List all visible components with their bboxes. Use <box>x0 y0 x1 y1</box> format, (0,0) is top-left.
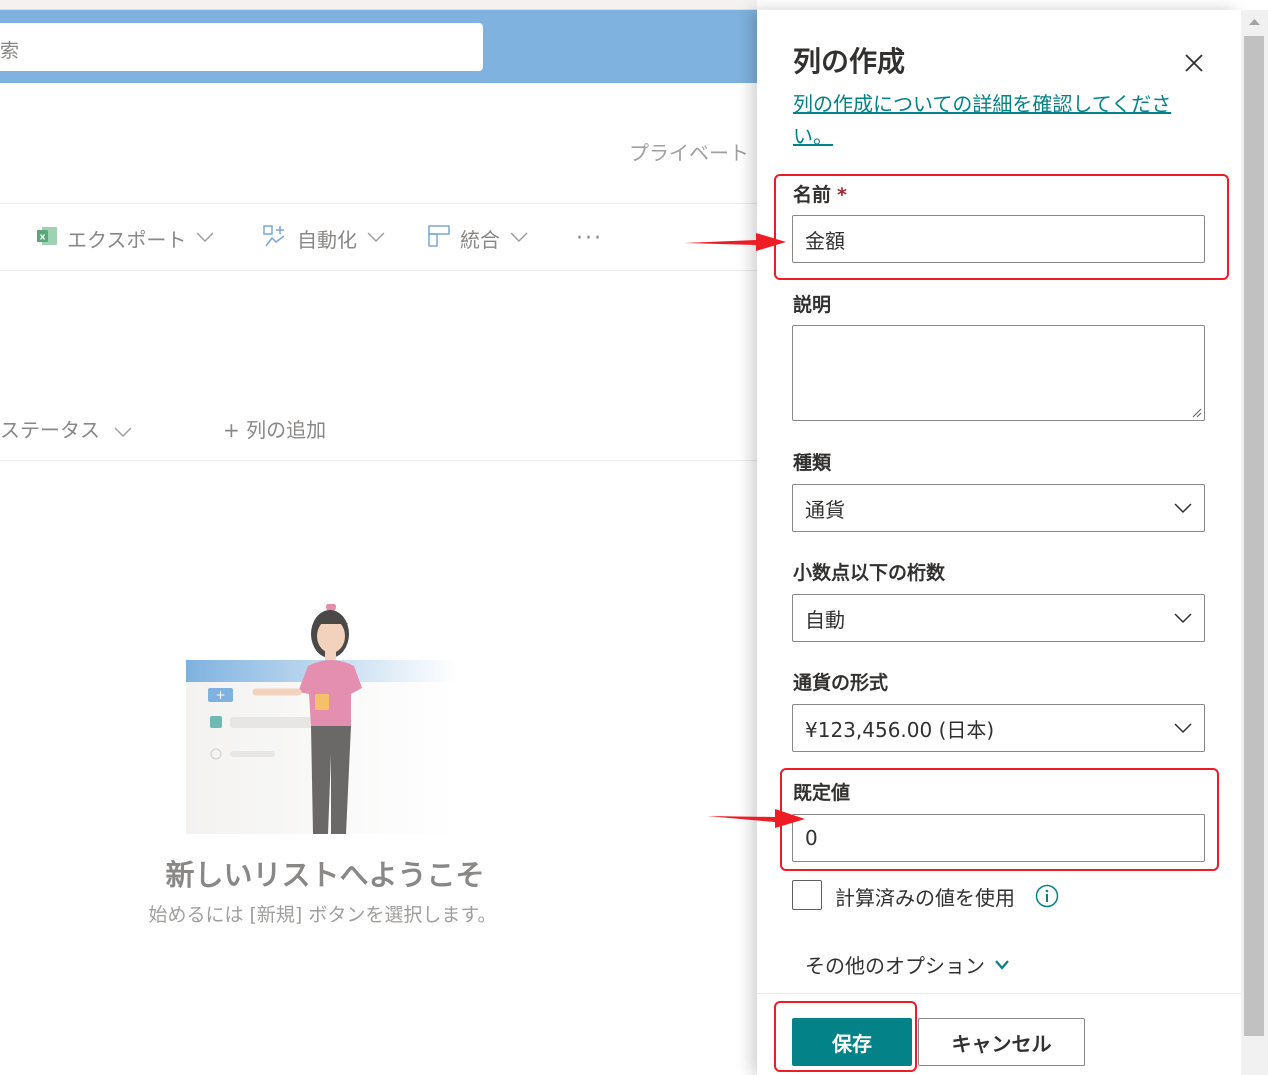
panel-title: 列の作成 <box>793 45 906 78</box>
automate-icon <box>262 224 288 253</box>
chevron-down-icon <box>995 959 1009 970</box>
close-button[interactable] <box>1179 48 1209 78</box>
panel-scrollbar[interactable] <box>1241 10 1268 1075</box>
integrate-icon <box>427 224 451 253</box>
description-textarea[interactable] <box>792 325 1205 421</box>
more-options-toggle[interactable]: その他のオプション <box>805 950 1009 979</box>
divider <box>0 460 757 461</box>
more-options-label: その他のオプション <box>805 954 985 978</box>
welcome-illustration: + <box>186 604 456 834</box>
chevron-down-icon <box>1174 613 1192 624</box>
footer-divider <box>757 993 1241 994</box>
list-page-background: 索 プライベート x エクスポート 自動化 統合 ··· ステータス + 列の追… <box>0 0 757 1075</box>
close-icon <box>1185 54 1203 72</box>
annotation-box-name <box>774 174 1229 280</box>
welcome-title: 新しいリストへようこそ <box>165 858 485 892</box>
type-field-label: 種類 <box>793 452 832 474</box>
automate-command[interactable]: 自動化 <box>262 222 385 254</box>
currency-format-dropdown[interactable]: ¥123,456.00 (日本) <box>792 704 1205 752</box>
column-status-label: ステータス <box>0 418 100 442</box>
chevron-down-icon <box>1174 723 1192 734</box>
add-column-button[interactable]: + 列の追加 <box>223 414 326 443</box>
type-dropdown[interactable]: 通貨 <box>792 484 1205 532</box>
browser-top-strip <box>0 0 757 10</box>
export-command[interactable]: x エクスポート <box>36 222 214 254</box>
annotation-arrow-icon <box>707 809 805 828</box>
integrate-command[interactable]: 統合 <box>427 222 528 254</box>
divider <box>0 203 757 204</box>
chevron-down-icon <box>114 426 132 441</box>
cancel-button[interactable]: キャンセル <box>918 1018 1085 1066</box>
scroll-thumb[interactable] <box>1244 36 1264 1036</box>
automate-label: 自動化 <box>297 227 357 252</box>
currency-format-field-label: 通貨の形式 <box>793 672 889 694</box>
annotation-box-save <box>774 1001 917 1072</box>
annotation-box-default-value <box>780 768 1219 871</box>
column-header-status[interactable]: ステータス <box>0 414 132 443</box>
chevron-down-icon <box>367 231 385 246</box>
welcome-subtitle: 始めるには [新規] ボタンを選択します。 <box>148 904 497 926</box>
currency-format-selected-value: ¥123,456.00 (日本) <box>805 717 995 742</box>
chevron-down-icon <box>1174 503 1192 514</box>
svg-text:+: + <box>215 688 225 702</box>
privacy-label: プライベート <box>629 141 749 165</box>
calculated-value-label: 計算済みの値を使用 <box>835 886 1015 910</box>
calculated-value-checkbox[interactable] <box>792 880 822 910</box>
decimals-dropdown[interactable]: 自動 <box>792 594 1205 642</box>
chevron-down-icon <box>196 231 214 246</box>
learn-more-link[interactable]: 列の作成についての詳細を確認してください。 <box>793 88 1203 152</box>
resize-grip-icon[interactable] <box>1190 406 1202 418</box>
excel-icon: x <box>36 226 58 251</box>
annotation-arrow-icon <box>684 233 786 251</box>
type-selected-value: 通貨 <box>805 497 845 522</box>
decimals-field-label: 小数点以下の桁数 <box>793 562 946 584</box>
divider <box>0 270 757 271</box>
scroll-up-arrow-icon[interactable] <box>1241 10 1268 34</box>
search-box[interactable]: 索 <box>0 23 483 71</box>
decimals-selected-value: 自動 <box>805 607 845 632</box>
search-placeholder: 索 <box>0 40 20 62</box>
info-icon[interactable] <box>1035 884 1059 908</box>
export-label: エクスポート <box>67 227 187 252</box>
chevron-down-icon <box>510 231 528 246</box>
create-column-panel: 列の作成 列の作成についての詳細を確認してください。 名前 * 金額 説明 種類 … <box>757 10 1241 1075</box>
svg-text:x: x <box>40 232 46 242</box>
integrate-label: 統合 <box>460 227 500 252</box>
more-commands-button[interactable]: ··· <box>576 222 603 254</box>
description-field-label: 説明 <box>793 294 832 316</box>
